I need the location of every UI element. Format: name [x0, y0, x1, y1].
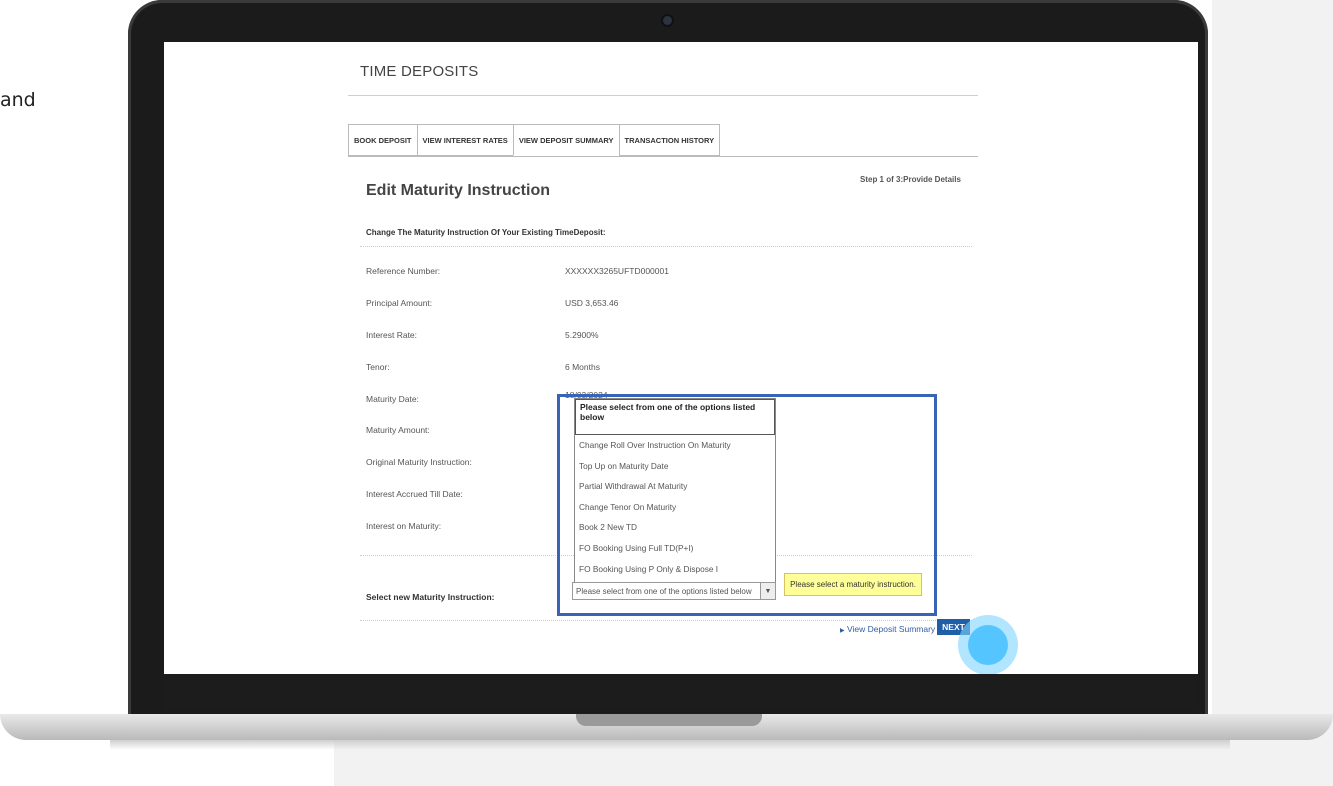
principal-amount-label: Principal Amount:	[366, 298, 433, 308]
maturity-amount-label: Maturity Amount:	[366, 425, 430, 435]
title-divider	[348, 95, 978, 96]
view-deposit-summary-label: View Deposit Summary	[847, 624, 936, 634]
reference-number-label: Reference Number:	[366, 266, 441, 276]
tenor-value: 6 Months	[565, 362, 600, 372]
maturity-instruction-label: Select new Maturity Instruction:	[366, 592, 495, 602]
camera-icon	[663, 16, 672, 25]
tenor-label: Tenor:	[366, 362, 390, 372]
tab-view-deposit-summary[interactable]: VIEW DEPOSIT SUMMARY	[512, 124, 620, 156]
side-caption: and	[0, 89, 36, 111]
view-deposit-summary-link[interactable]: ▶ View Deposit Summary	[840, 624, 935, 634]
laptop-shadow	[110, 740, 1230, 750]
tab-book-deposit[interactable]: BOOK DEPOSIT	[348, 124, 418, 156]
laptop-bezel	[164, 674, 1198, 710]
interest-on-maturity-label: Interest on Maturity:	[366, 521, 442, 531]
click-indicator	[968, 625, 1008, 665]
original-maturity-instruction-label: Original Maturity Instruction:	[366, 457, 472, 467]
actions-divider	[360, 620, 972, 621]
principal-amount-value: USD 3,653.46	[565, 298, 619, 308]
interest-rate-label: Interest Rate:	[366, 330, 418, 340]
step-indicator: Step 1 of 3:Provide Details	[860, 175, 961, 184]
page-title: TIME DEPOSITS	[360, 63, 479, 80]
interest-accrued-label: Interest Accrued Till Date:	[366, 489, 463, 499]
section-subheading: Change The Maturity Instruction Of Your …	[366, 228, 606, 237]
highlight-box	[557, 394, 937, 616]
tab-divider	[348, 156, 978, 157]
tab-view-interest-rates[interactable]: VIEW INTEREST RATES	[416, 124, 514, 156]
laptop-notch	[576, 714, 762, 726]
maturity-date-label: Maturity Date:	[366, 394, 419, 404]
arrow-right-icon: ▶	[840, 628, 845, 634]
background-panel-right	[1212, 0, 1333, 786]
tab-transaction-history[interactable]: TRANSACTION HISTORY	[618, 124, 721, 156]
laptop-screen: TIME DEPOSITS BOOK DEPOSIT VIEW INTEREST…	[164, 42, 1198, 674]
section-heading: Edit Maturity Instruction	[366, 182, 550, 199]
subheading-divider	[360, 246, 972, 247]
interest-rate-value: 5.2900%	[565, 330, 599, 340]
tab-bar: BOOK DEPOSIT VIEW INTEREST RATES VIEW DE…	[348, 124, 721, 156]
reference-number-value: XXXXXX3265UFTD000001	[565, 266, 669, 276]
